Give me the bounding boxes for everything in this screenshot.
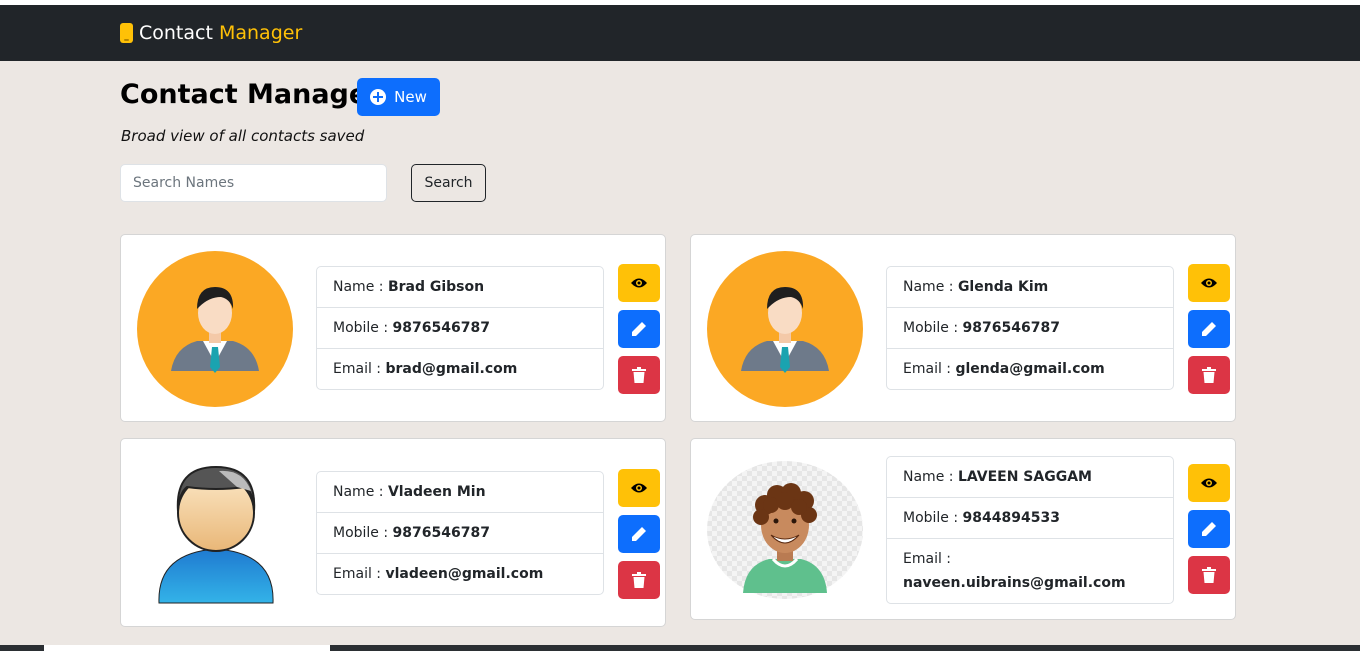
search-input[interactable] xyxy=(120,164,387,202)
contact-mobile: 9844894533 xyxy=(962,510,1060,526)
businessman-avatar xyxy=(137,251,293,407)
delete-contact-button[interactable] xyxy=(1188,556,1230,594)
contact-name: Brad Gibson xyxy=(387,279,485,295)
view-contact-button[interactable] xyxy=(1188,264,1230,302)
contact-mobile-row: Mobile : 9876546787 xyxy=(317,513,603,554)
search-button[interactable]: Search xyxy=(411,164,486,202)
pencil-icon xyxy=(1202,522,1216,536)
delete-contact-button[interactable] xyxy=(618,356,660,394)
os-taskbar xyxy=(0,645,1360,651)
contact-actions xyxy=(618,469,662,599)
contact-mobile-row: Mobile : 9876546787 xyxy=(317,308,603,349)
plus-circle-icon xyxy=(370,89,387,105)
contact-card: Name : Brad Gibson Mobile : 9876546787 E… xyxy=(120,234,666,422)
cartoon-man-avatar xyxy=(158,465,274,604)
contact-mobile-row: Mobile : 9876546787 xyxy=(887,308,1173,349)
contact-mobile: 9876546787 xyxy=(392,525,490,541)
view-contact-button[interactable] xyxy=(1188,464,1230,502)
businessman-avatar xyxy=(707,251,863,407)
mobile-label: Mobile : xyxy=(903,510,959,526)
page-title: Contact Manager xyxy=(120,79,381,110)
contact-email-row: Email : vladeen@gmail.com xyxy=(317,554,603,594)
brand-second-word: Manager xyxy=(218,22,303,44)
contact-card: Name : Vladeen Min Mobile : 9876546787 E… xyxy=(120,438,666,627)
new-button-label: New xyxy=(394,88,427,106)
contact-name-row: Name : Vladeen Min xyxy=(317,472,603,513)
edit-contact-button[interactable] xyxy=(1188,510,1230,548)
contact-info-list: Name : Vladeen Min Mobile : 9876546787 E… xyxy=(316,471,604,595)
brand-link[interactable]: Contact Manager xyxy=(120,22,302,44)
trash-icon xyxy=(632,572,646,588)
eye-icon xyxy=(631,278,647,288)
brand-first-word: Contact xyxy=(139,22,213,44)
contact-name: LAVEEN SAGGAM xyxy=(957,469,1092,485)
name-label: Name : xyxy=(333,484,384,500)
page-subtitle: Broad view of all contacts saved xyxy=(121,127,365,145)
trash-icon xyxy=(1202,567,1216,583)
view-contact-button[interactable] xyxy=(618,264,660,302)
contact-email: naveen.uibrains@gmail.com xyxy=(903,575,1126,591)
contact-name-row: Name : Brad Gibson xyxy=(317,267,603,308)
navbar: Contact Manager xyxy=(0,5,1360,61)
trash-icon xyxy=(632,367,646,383)
name-label: Name : xyxy=(333,279,384,295)
eye-icon xyxy=(631,483,647,493)
eye-icon xyxy=(1201,478,1217,488)
contact-actions xyxy=(1188,464,1232,594)
contact-email: glenda@gmail.com xyxy=(955,361,1105,377)
edit-contact-button[interactable] xyxy=(618,310,660,348)
contact-name: Vladeen Min xyxy=(387,484,486,500)
new-contact-button[interactable]: New xyxy=(357,78,440,116)
contact-actions xyxy=(618,264,662,394)
contact-mobile-row: Mobile : 9844894533 xyxy=(887,498,1173,539)
mobile-label: Mobile : xyxy=(903,320,959,336)
edit-contact-button[interactable] xyxy=(1188,310,1230,348)
name-label: Name : xyxy=(903,279,954,295)
pencil-icon xyxy=(632,322,646,336)
brand-text: Contact Manager xyxy=(139,22,302,44)
contact-actions xyxy=(1188,264,1232,394)
delete-contact-button[interactable] xyxy=(618,561,660,599)
contact-mobile: 9876546787 xyxy=(392,320,490,336)
contact-name-row: Name : Glenda Kim xyxy=(887,267,1173,308)
contact-info-list: Name : Glenda Kim Mobile : 9876546787 Em… xyxy=(886,266,1174,390)
email-label: Email : xyxy=(333,361,382,377)
contact-info-list: Name : LAVEEN SAGGAM Mobile : 9844894533… xyxy=(886,456,1174,604)
taskbar-segment xyxy=(44,645,330,651)
contact-email-row: Email : naveen.uibrains@gmail.com xyxy=(887,539,1173,603)
curly-hair-avatar xyxy=(707,461,863,599)
contact-card: Name : Glenda Kim Mobile : 9876546787 Em… xyxy=(690,234,1236,422)
contact-email: brad@gmail.com xyxy=(385,361,518,377)
pencil-icon xyxy=(632,527,646,541)
contact-name: Glenda Kim xyxy=(957,279,1049,295)
pencil-icon xyxy=(1202,322,1216,336)
contact-card: Name : LAVEEN SAGGAM Mobile : 9844894533… xyxy=(690,438,1236,620)
contact-info-list: Name : Brad Gibson Mobile : 9876546787 E… xyxy=(316,266,604,390)
edit-contact-button[interactable] xyxy=(618,515,660,553)
email-label: Email : xyxy=(903,361,952,377)
contact-email-row: Email : glenda@gmail.com xyxy=(887,349,1173,389)
email-label: Email : xyxy=(333,566,382,582)
contact-email: vladeen@gmail.com xyxy=(385,566,544,582)
mobile-label: Mobile : xyxy=(333,525,389,541)
mobile-phone-icon xyxy=(120,23,133,43)
mobile-label: Mobile : xyxy=(333,320,389,336)
trash-icon xyxy=(1202,367,1216,383)
contact-name-row: Name : LAVEEN SAGGAM xyxy=(887,457,1173,498)
view-contact-button[interactable] xyxy=(618,469,660,507)
contact-mobile: 9876546787 xyxy=(962,320,1060,336)
email-label: Email : xyxy=(903,551,952,567)
contact-email-row: Email : brad@gmail.com xyxy=(317,349,603,389)
name-label: Name : xyxy=(903,469,954,485)
eye-icon xyxy=(1201,278,1217,288)
delete-contact-button[interactable] xyxy=(1188,356,1230,394)
